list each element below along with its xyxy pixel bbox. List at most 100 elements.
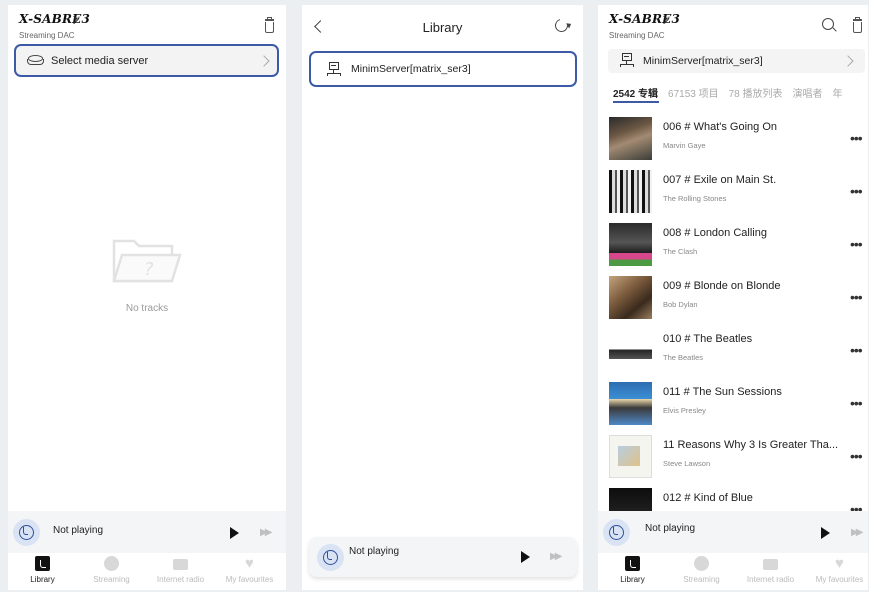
album-cover [609, 170, 652, 213]
tab-label: Streaming [683, 575, 720, 584]
album-title: 010 # The Beatles [663, 333, 753, 345]
fast-forward-icon[interactable]: ▶▶ [260, 527, 273, 538]
album-item[interactable]: 009 # Blonde on Blonde Bob Dylan ••• [598, 274, 868, 327]
mini-player[interactable]: Not playing ▶▶ [309, 537, 577, 577]
tab-label: Internet radio [746, 575, 795, 584]
album-title: 009 # Blonde on Blonde [663, 280, 781, 292]
album-cover [609, 276, 652, 319]
album-item[interactable]: 11 Reasons Why 3 Is Greater Tha... Steve… [598, 433, 868, 486]
bottom-tab-bar: Library Streaming Internet radio ♥ My fa… [598, 553, 868, 590]
screen-library-server-select: Library MinimServer[matrix_ser3] Not pla… [302, 5, 583, 590]
streaming-icon [694, 556, 709, 571]
server-icon [327, 62, 341, 77]
tab-label: Internet radio [156, 575, 205, 584]
player-status: Not playing [645, 523, 696, 534]
heart-icon: ♥ [835, 555, 844, 572]
search-icon[interactable] [822, 18, 834, 30]
select-media-server-label: Select media server [51, 55, 149, 67]
device-name[interactable]: X-SABRE3 [19, 12, 90, 26]
tab-label: Library [30, 575, 55, 584]
bottom-tab-bar: Library Streaming Internet radio ♥ My fa… [8, 553, 286, 590]
album-cover [609, 382, 652, 425]
radio-icon [763, 559, 778, 570]
empty-folder-icon: ? [112, 239, 182, 283]
play-icon[interactable] [230, 527, 239, 539]
disk-drive-icon [27, 55, 44, 66]
album-artist: Elvis Presley [663, 406, 706, 415]
server-icon [620, 53, 634, 68]
music-disc-icon [13, 519, 40, 546]
screen-library-albums: X-SABRE3 Streaming DAC MinimServer[matri… [598, 5, 868, 590]
player-status: Not playing [349, 546, 400, 557]
category-tabs: 2542 专辑 67153 项目 78 播放列表 演唱者年 [613, 85, 853, 100]
tab-internet-radio[interactable]: Internet radio [146, 553, 215, 590]
trash-icon[interactable] [852, 17, 863, 34]
empty-state-text: No tracks [125, 303, 169, 314]
mini-player[interactable]: Not playing ▶▶ [598, 511, 868, 553]
heart-icon: ♥ [245, 555, 254, 572]
play-icon[interactable] [521, 551, 530, 563]
music-disc-icon [603, 519, 630, 546]
chevron-right-icon [258, 55, 270, 67]
album-item[interactable]: 006 # What's Going On Marvin Gaye ••• [598, 115, 868, 168]
tab-label: My favourites [815, 575, 864, 584]
media-server-item[interactable]: MinimServer[matrix_ser3] [309, 51, 577, 87]
album-artist: The Clash [663, 247, 698, 256]
tab-internet-radio[interactable]: Internet radio [736, 553, 805, 590]
svg-text:?: ? [144, 259, 154, 280]
screen-library-empty: X-SABRE3 Streaming DAC Select media serv… [8, 5, 286, 590]
album-item[interactable]: 011 # The Sun Sessions Elvis Presley ••• [598, 380, 868, 433]
fast-forward-icon[interactable]: ▶▶ [851, 527, 864, 538]
tab-library[interactable]: Library [8, 553, 77, 590]
album-title: 008 # London Calling [663, 227, 767, 239]
tab-year[interactable]: 年 [833, 89, 843, 100]
album-cover [609, 223, 652, 266]
more-options-icon[interactable]: ••• [850, 289, 863, 305]
tab-artists[interactable]: 演唱者 [793, 89, 823, 100]
player-status: Not playing [53, 525, 104, 536]
tab-playlists[interactable]: 78 播放列表 [729, 89, 783, 100]
album-item[interactable]: 007 # Exile on Main St. The Rolling Ston… [598, 168, 868, 221]
album-cover [609, 435, 652, 478]
trash-icon[interactable] [264, 17, 275, 34]
tab-items[interactable]: 67153 项目 [668, 89, 719, 100]
select-media-server-button[interactable]: Select media server [14, 44, 279, 77]
album-artist: Marvin Gaye [663, 141, 706, 150]
tab-label: Streaming [93, 575, 130, 584]
more-options-icon[interactable]: ••• [850, 236, 863, 252]
active-tab-indicator [613, 101, 659, 103]
tab-library[interactable]: Library [598, 553, 667, 590]
album-title: 012 # Kind of Blue [663, 492, 753, 504]
album-cover [609, 117, 652, 160]
tab-streaming[interactable]: Streaming [667, 553, 736, 590]
album-title: 11 Reasons Why 3 Is Greater Tha... [663, 439, 839, 451]
current-media-server[interactable]: MinimServer[matrix_ser3] [608, 49, 865, 73]
radio-icon [173, 559, 188, 570]
device-name[interactable]: X-SABRE3 [609, 12, 680, 26]
tab-albums[interactable]: 2542 专辑 [613, 89, 658, 100]
play-icon[interactable] [821, 527, 830, 539]
tab-label: My favourites [225, 575, 274, 584]
album-item[interactable]: 008 # London Calling The Clash ••• [598, 221, 868, 274]
tab-my-favourites[interactable]: ♥ My favourites [215, 553, 284, 590]
album-cover [609, 329, 652, 372]
fast-forward-icon[interactable]: ▶▶ [550, 551, 563, 562]
more-options-icon[interactable]: ••• [850, 342, 863, 358]
more-options-icon[interactable]: ••• [850, 448, 863, 464]
media-server-name: MinimServer[matrix_ser3] [643, 55, 763, 67]
mini-player[interactable]: Not playing ▶▶ [8, 511, 286, 553]
tab-streaming[interactable]: Streaming [77, 553, 146, 590]
streaming-icon [104, 556, 119, 571]
library-icon [625, 556, 640, 571]
more-options-icon[interactable]: ••• [850, 395, 863, 411]
chevron-right-icon [842, 55, 854, 67]
more-options-icon[interactable]: ••• [850, 130, 863, 146]
album-title: 011 # The Sun Sessions [663, 386, 782, 398]
album-artist: The Rolling Stones [663, 194, 727, 203]
library-icon [35, 556, 50, 571]
album-item[interactable]: 010 # The Beatles The Beatles ••• [598, 327, 868, 380]
album-title: 006 # What's Going On [663, 121, 777, 133]
tab-my-favourites[interactable]: ♥ My favourites [805, 553, 868, 590]
more-options-icon[interactable]: ••• [850, 183, 863, 199]
media-server-name: MinimServer[matrix_ser3] [351, 63, 471, 75]
